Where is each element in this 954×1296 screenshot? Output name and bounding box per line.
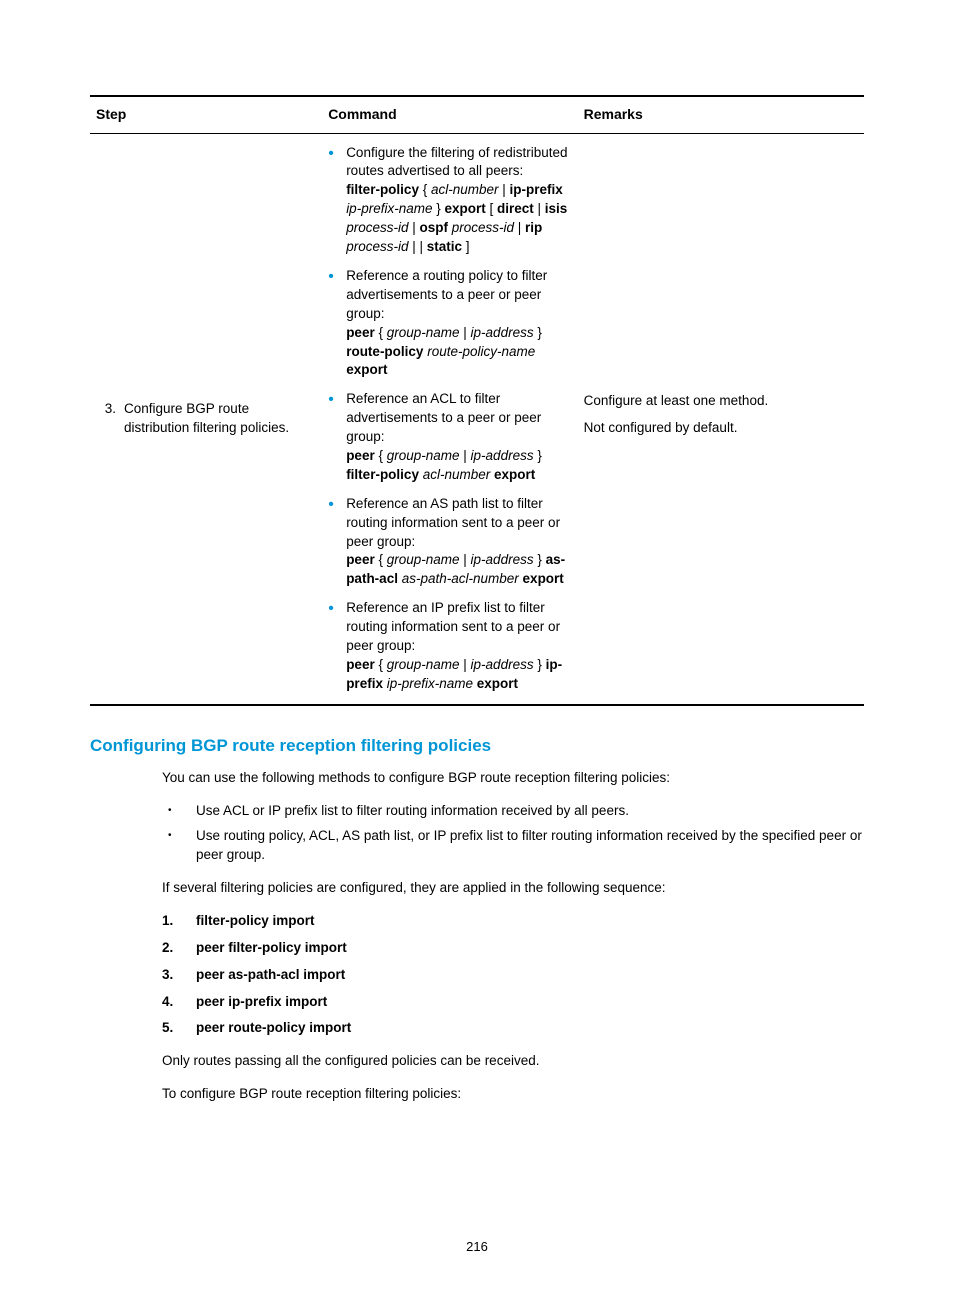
numbered-list: 1. filter-policy import 2. peer filter-poli… (162, 912, 864, 1038)
command-syntax: peer { group-name | ip-address } route-p… (346, 324, 571, 381)
command-item: Reference an IP prefix list to filter ro… (328, 599, 571, 693)
list-item: 2. peer filter-policy import (162, 939, 864, 958)
step-text: Configure BGP route distribution filteri… (124, 400, 312, 438)
list-item: 5. peer route-policy import (162, 1019, 864, 1038)
remark-text: Not configured by default. (584, 419, 858, 438)
remark-text: Configure at least one method. (584, 392, 858, 411)
list-number: 4. (162, 993, 186, 1012)
command-syntax: peer { group-name | ip-address } as-path… (346, 551, 571, 589)
paragraph: You can use the following methods to con… (162, 769, 864, 788)
th-step: Step (90, 96, 322, 133)
command-item: Reference a routing policy to filter adv… (328, 267, 571, 380)
list-item: Use routing policy, ACL, AS path list, o… (162, 827, 864, 865)
list-number: 5. (162, 1019, 186, 1038)
list-number: 2. (162, 939, 186, 958)
command-item: Reference an ACL to filter advertisement… (328, 390, 571, 484)
list-label: peer ip-prefix import (196, 994, 327, 1009)
command-intro: Reference a routing policy to filter adv… (346, 267, 571, 324)
th-remarks: Remarks (578, 96, 864, 133)
list-item: Use ACL or IP prefix list to filter rout… (162, 802, 864, 821)
command-intro: Reference an IP prefix list to filter ro… (346, 599, 571, 656)
paragraph: To configure BGP route reception filteri… (162, 1085, 864, 1104)
command-item: Reference an AS path list to filter rout… (328, 495, 571, 589)
bullet-list: Use ACL or IP prefix list to filter rout… (162, 802, 864, 865)
command-intro: Reference an AS path list to filter rout… (346, 495, 571, 552)
commands-table: Step Command Remarks 3.Configure BGP rou… (90, 95, 864, 706)
page-number: 216 (0, 1238, 954, 1256)
remarks-cell: Configure at least one method. Not confi… (578, 133, 864, 705)
command-syntax: peer { group-name | ip-address } ip-pref… (346, 656, 571, 694)
table-row: 3.Configure BGP route distribution filte… (90, 133, 864, 705)
paragraph: Only routes passing all the configured p… (162, 1052, 864, 1071)
list-item: 3. peer as-path-acl import (162, 966, 864, 985)
list-label: peer filter-policy import (196, 940, 347, 955)
list-label: peer as-path-acl import (196, 967, 345, 982)
list-item: 4. peer ip-prefix import (162, 993, 864, 1012)
section-body: You can use the following methods to con… (162, 769, 864, 1104)
paragraph: If several filtering policies are config… (162, 879, 864, 898)
list-number: 1. (162, 912, 186, 931)
list-label: filter-policy import (196, 913, 315, 928)
th-command: Command (322, 96, 577, 133)
page: Step Command Remarks 3.Configure BGP rou… (0, 0, 954, 1296)
list-item: 1. filter-policy import (162, 912, 864, 931)
step-number: 3. (96, 400, 124, 419)
list-label: peer route-policy import (196, 1020, 351, 1035)
command-item: Configure the filtering of redistributed… (328, 144, 571, 257)
command-list: Configure the filtering of redistributed… (328, 144, 571, 694)
command-syntax: filter-policy { acl-number | ip-prefix i… (346, 181, 571, 257)
command-intro: Reference an ACL to filter advertisement… (346, 390, 571, 447)
section-title: Configuring BGP route reception filterin… (90, 734, 864, 758)
command-syntax: peer { group-name | ip-address } filter-… (346, 447, 571, 485)
list-number: 3. (162, 966, 186, 985)
command-intro: Configure the filtering of redistributed… (346, 144, 571, 182)
